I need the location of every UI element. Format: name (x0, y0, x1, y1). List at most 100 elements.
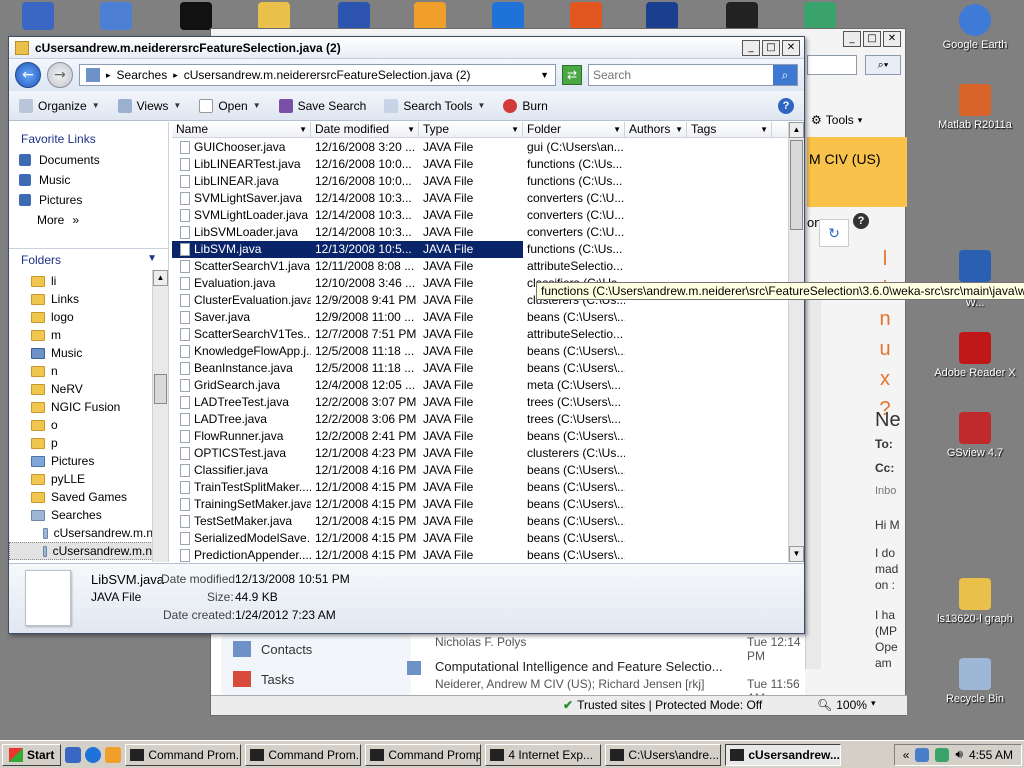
desktop-icon-adobe-reader[interactable]: Adobe Reader X (930, 332, 1020, 379)
desktop-icon-network[interactable] (100, 2, 132, 30)
tree-scrollbar[interactable]: ▲ (152, 270, 168, 562)
close-button[interactable]: ✕ (883, 31, 901, 47)
desktop-icon-cmd[interactable] (180, 2, 212, 30)
tree-item[interactable]: NeRV (9, 380, 153, 398)
tree-item[interactable]: Pictures (9, 452, 153, 470)
clock[interactable]: 4:55 AM (969, 748, 1013, 762)
refresh-button[interactable]: ⇄ (562, 65, 582, 85)
refresh-icon[interactable]: ↻ (819, 219, 849, 247)
table-row[interactable]: SerializedModelSave... 12/1/2008 4:15 PM J… (172, 530, 788, 547)
column-header-type[interactable]: Type ▼ (419, 122, 523, 137)
search-tools-button[interactable]: Search Tools ▼ (384, 98, 485, 113)
security-icon[interactable] (935, 747, 950, 762)
favorite-more[interactable]: More » (9, 210, 168, 230)
tree-item[interactable]: o (9, 416, 153, 434)
chevron-down-icon[interactable]: ▼ (540, 70, 549, 80)
tree-item-selected[interactable]: cUsersandrew.m.n (9, 542, 153, 560)
tree-item[interactable]: li (9, 272, 153, 290)
table-row[interactable]: SVMLightLoader.java 12/14/2008 10:3... JAV… (172, 207, 788, 224)
scroll-thumb[interactable] (154, 374, 167, 404)
help-icon[interactable]: ? (853, 213, 869, 229)
tree-item[interactable]: Music (9, 344, 153, 362)
table-row[interactable]: ScatterSearchV1.java 12/11/2008 8:08 ... J… (172, 258, 788, 275)
scroll-thumb[interactable] (790, 140, 803, 230)
zoom-control[interactable]: 🔍︎ 100% ▾ (817, 698, 875, 712)
taskbar-button[interactable]: Command Prompt (365, 743, 482, 766)
file-list-scrollbar[interactable]: ▲ ▼ (788, 122, 804, 562)
table-row[interactable]: LADTreeTest.java 12/2/2008 3:07 PM JAVA Fi… (172, 394, 788, 411)
tree-item[interactable]: logo (9, 308, 153, 326)
scroll-up-arrow[interactable]: ▲ (789, 122, 804, 138)
table-row[interactable]: OPTICSTest.java 12/1/2008 4:23 PM JAVA Fil… (172, 445, 788, 462)
table-row[interactable]: BeanInstance.java 12/5/2008 11:18 ... JAVA… (172, 360, 788, 377)
back-button[interactable]: ← (15, 62, 41, 88)
close-button[interactable]: ✕ (782, 39, 800, 56)
volume-icon[interactable]: 🔊︎ (955, 747, 963, 762)
taskbar-button[interactable]: Command Prom... (245, 743, 362, 766)
taskbar-button[interactable]: C:\Users\andre... (605, 743, 722, 766)
table-row[interactable]: Saver.java 12/9/2008 11:00 ... JAVA File be… (172, 309, 788, 326)
minimize-button[interactable]: _ (843, 31, 861, 47)
desktop-icon-folder[interactable] (258, 2, 290, 30)
desktop-icon-recycle-bin[interactable]: Recycle Bin (930, 658, 1020, 705)
tree-item[interactable]: cUsersandrew.m.n (9, 524, 153, 542)
favorite-documents[interactable]: Documents (9, 150, 168, 170)
table-row[interactable]: LADTree.java 12/2/2008 3:06 PM JAVA File tr… (172, 411, 788, 428)
browser-search-box[interactable] (807, 55, 857, 75)
double-chevron-icon[interactable]: « (903, 748, 910, 762)
table-row[interactable]: GridSearch.java 12/4/2008 12:05 ... JAVA F… (172, 377, 788, 394)
views-button[interactable]: Views ▼ (117, 98, 181, 113)
desktop-icon-app3[interactable] (804, 2, 836, 30)
breadcrumb-current[interactable]: cUsersandrew.m.neiderersrcFeatureSelecti… (184, 68, 471, 82)
table-row[interactable]: PredictionAppender.... 12/1/2008 4:15 PM J… (172, 547, 788, 562)
favorite-music[interactable]: Music (9, 170, 168, 190)
tree-item[interactable]: m (9, 326, 153, 344)
table-row[interactable]: TrainingSetMaker.java 12/1/2008 4:15 PM JA… (172, 496, 788, 513)
zone-indicator[interactable]: ✔ Trusted sites | Protected Mode: Off (563, 698, 762, 712)
ie-icon[interactable] (85, 746, 102, 763)
column-header-authors[interactable]: Authors ▼ (625, 122, 687, 137)
table-row[interactable]: LibLINEARTest.java 12/16/2008 10:0... JAVA… (172, 156, 788, 173)
tree-item[interactable]: n (9, 362, 153, 380)
desktop-icon-outlook[interactable] (414, 2, 446, 30)
minimize-button[interactable]: _ (742, 39, 760, 56)
forward-button[interactable]: → (47, 62, 73, 88)
desktop-icon-3d[interactable] (726, 2, 758, 30)
table-row[interactable]: TrainTestSplitMaker.... 12/1/2008 4:15 PM… (172, 479, 788, 496)
table-row-selected[interactable]: LibSVM.java 12/13/2008 10:5... JAVA File fu… (172, 241, 788, 258)
taskbar-button[interactable]: 4 Internet Exp... (485, 743, 602, 766)
desktop-icon-office-word[interactable]: Microsoft Office W... (930, 250, 1020, 309)
tree-item[interactable]: NGIC Fusion (9, 398, 153, 416)
desktop-icon-firefox[interactable] (570, 2, 602, 30)
taskbar-button[interactable]: Command Prom... (125, 743, 242, 766)
tree-item[interactable]: p (9, 434, 153, 452)
search-icon[interactable]: ⌕ (773, 65, 797, 85)
address-bar[interactable]: ▸ Searches ▸ cUsersandrew.m.neiderersrcF… (79, 64, 556, 86)
outlook-icon[interactable] (105, 746, 122, 763)
search-input[interactable] (589, 66, 773, 84)
mail-subject[interactable]: Computational Intelligence and Feature S… (435, 659, 723, 674)
nav-tasks[interactable]: Tasks (233, 671, 294, 687)
explorer-window[interactable]: cUsersandrew.m.neiderersrcFeatureSelecti… (8, 36, 1024, 634)
column-header-name[interactable]: Name ▼ (172, 122, 311, 137)
start-button[interactable]: Start (2, 743, 62, 766)
favorite-pictures[interactable]: Pictures (9, 190, 168, 210)
folders-header[interactable]: Folders ▼ (9, 248, 169, 270)
network-icon[interactable] (915, 747, 930, 762)
organize-button[interactable]: Organize ▼ (19, 98, 100, 113)
column-header-date[interactable]: Date modified ▼ (311, 122, 419, 137)
column-header-tags[interactable]: Tags ▼ (687, 122, 772, 137)
desktop-icon-google-earth[interactable]: Google Earth (930, 4, 1020, 51)
explorer-title-bar[interactable]: cUsersandrew.m.neiderersrcFeatureSelecti… (9, 37, 804, 59)
help-icon[interactable]: ? (778, 97, 794, 114)
desktop-icon-app2[interactable] (646, 2, 678, 30)
breadcrumb-searches[interactable]: Searches (117, 68, 168, 82)
desktop-icon-matlab[interactable]: Matlab R2011a (930, 84, 1020, 131)
save-search-button[interactable]: Save Search (278, 98, 366, 113)
scroll-up-arrow[interactable]: ▲ (153, 270, 168, 286)
table-row[interactable]: TestSetMaker.java 12/1/2008 4:15 PM JAVA F… (172, 513, 788, 530)
open-button[interactable]: Open ▼ (199, 98, 261, 113)
desktop-icon-gsview[interactable]: GSview 4.7 (930, 412, 1020, 459)
desktop-icon-app[interactable] (338, 2, 370, 30)
desktop-icon-computer[interactable] (22, 2, 54, 30)
